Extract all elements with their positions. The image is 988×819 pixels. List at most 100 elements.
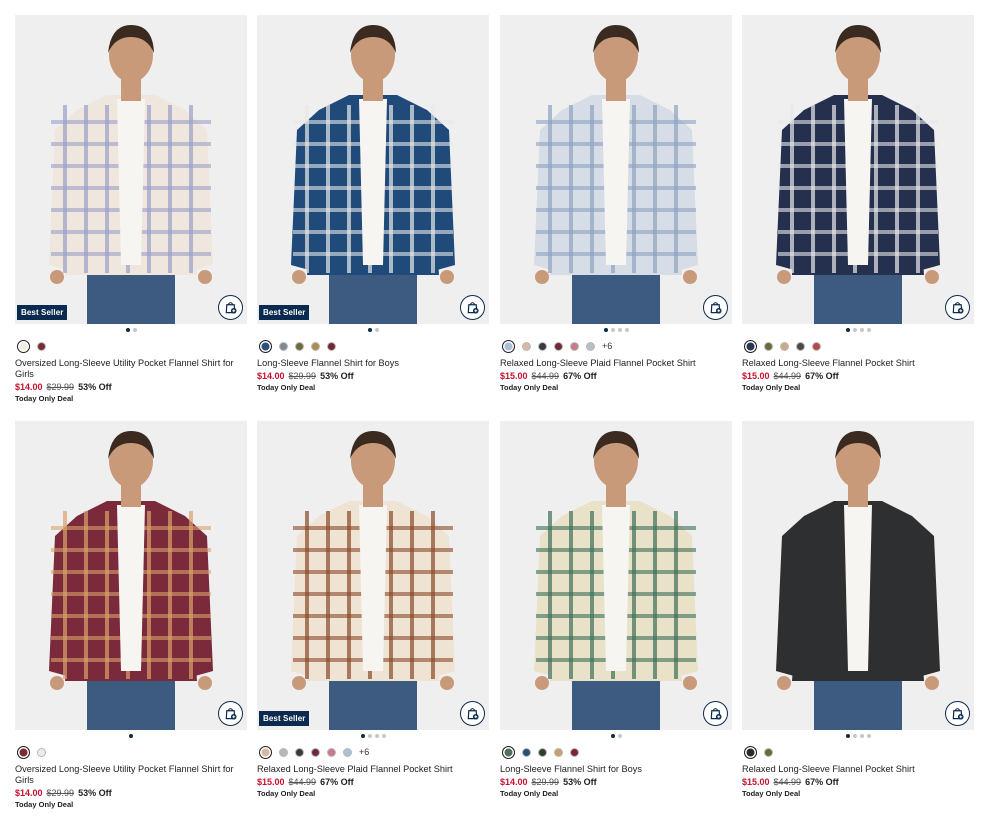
product-name[interactable]: Relaxed Long-Sleeve Flannel Pocket Shirt [742,764,974,775]
product-image[interactable]: Best Seller [15,15,247,324]
color-swatch[interactable] [586,341,595,351]
carousel-dot[interactable] [866,734,871,738]
color-swatch[interactable] [522,341,531,351]
color-swatch[interactable] [311,747,320,757]
add-to-bag-button[interactable] [218,701,243,726]
carousel-dot[interactable] [360,734,365,738]
product-card[interactable]: Best Seller +6 Relaxed Long-Sleeve Plaid… [257,421,489,798]
add-to-bag-button[interactable] [945,295,970,320]
product-card[interactable]: Best Seller Oversized Long-Sleeve Utilit… [15,15,247,403]
product-image[interactable]: Best Seller [257,421,489,730]
color-swatch[interactable] [279,341,288,351]
add-to-bag-button[interactable] [460,295,485,320]
carousel-dot[interactable] [132,328,137,332]
color-swatch[interactable] [764,341,773,351]
product-name[interactable]: Relaxed Long-Sleeve Flannel Pocket Shirt [742,358,974,369]
carousel-dot[interactable] [125,328,130,332]
carousel-dot[interactable] [367,734,372,738]
carousel-dot[interactable] [845,734,850,738]
product-name[interactable]: Long-Sleeve Flannel Shirt for Boys [257,358,489,369]
product-name[interactable]: Relaxed Long-Sleeve Plaid Flannel Pocket… [500,358,732,369]
add-to-bag-button[interactable] [945,701,970,726]
product-image[interactable] [500,15,732,324]
carousel-dot[interactable] [381,734,386,738]
carousel-dot[interactable] [852,734,857,738]
product-photo [15,421,247,730]
color-swatch[interactable] [812,341,821,351]
carousel-dot[interactable] [624,328,629,332]
product-image[interactable] [500,421,732,730]
carousel-dot[interactable] [603,328,608,332]
color-swatch[interactable] [37,341,46,351]
color-swatch[interactable] [327,341,336,351]
carousel-dot[interactable] [374,734,379,738]
add-to-bag-button[interactable] [460,701,485,726]
product-image[interactable] [742,421,974,730]
color-swatch[interactable] [259,339,272,353]
carousel-dot[interactable] [617,328,622,332]
product-card[interactable]: Relaxed Long-Sleeve Flannel Pocket Shirt… [742,15,974,392]
color-swatch[interactable] [744,745,757,759]
image-carousel-dots[interactable] [742,731,974,741]
image-carousel-dots[interactable] [15,325,247,335]
product-image[interactable] [742,15,974,324]
product-name[interactable]: Oversized Long-Sleeve Utility Pocket Fla… [15,764,247,786]
product-card[interactable]: Oversized Long-Sleeve Utility Pocket Fla… [15,421,247,809]
carousel-dot[interactable] [610,734,615,738]
image-carousel-dots[interactable] [15,731,247,741]
add-to-bag-button[interactable] [218,295,243,320]
product-name[interactable]: Oversized Long-Sleeve Utility Pocket Fla… [15,358,247,380]
original-price: $29.99 [46,788,75,798]
more-colors-link[interactable]: +6 [359,747,369,757]
more-colors-link[interactable]: +6 [602,341,612,351]
color-swatch[interactable] [502,339,515,353]
carousel-dot[interactable] [852,328,857,332]
image-carousel-dots[interactable] [257,731,489,741]
color-swatch[interactable] [570,747,579,757]
carousel-dot[interactable] [866,328,871,332]
color-swatch[interactable] [554,747,563,757]
color-swatch[interactable] [279,747,288,757]
color-swatch[interactable] [502,745,515,759]
color-swatch[interactable] [796,341,805,351]
image-carousel-dots[interactable] [742,325,974,335]
color-swatch[interactable] [17,339,30,353]
color-swatch[interactable] [343,747,352,757]
carousel-dot[interactable] [617,734,622,738]
carousel-dot[interactable] [845,328,850,332]
color-swatch[interactable] [327,747,336,757]
product-image[interactable] [15,421,247,730]
carousel-dot[interactable] [610,328,615,332]
carousel-dot[interactable] [859,328,864,332]
product-name[interactable]: Relaxed Long-Sleeve Plaid Flannel Pocket… [257,764,489,775]
color-swatch[interactable] [37,747,46,757]
color-swatch[interactable] [522,747,531,757]
add-to-bag-button[interactable] [703,701,728,726]
color-swatch[interactable] [295,747,304,757]
color-swatch[interactable] [780,341,789,351]
add-to-bag-button[interactable] [703,295,728,320]
carousel-dot[interactable] [374,328,379,332]
carousel-dot[interactable] [129,734,133,738]
color-swatch[interactable] [538,341,547,351]
carousel-dot[interactable] [859,734,864,738]
color-swatch[interactable] [259,745,272,759]
color-swatch[interactable] [295,341,304,351]
color-swatch[interactable] [311,341,320,351]
product-card[interactable]: Long-Sleeve Flannel Shirt for Boys $14.0… [500,421,732,798]
image-carousel-dots[interactable] [500,731,732,741]
product-card[interactable]: Best Seller Long-Sleeve Flannel Shirt fo… [257,15,489,392]
image-carousel-dots[interactable] [257,325,489,335]
color-swatch[interactable] [744,339,757,353]
product-image[interactable]: Best Seller [257,15,489,324]
color-swatch[interactable] [538,747,547,757]
color-swatch[interactable] [17,745,30,759]
carousel-dot[interactable] [367,328,372,332]
color-swatch[interactable] [554,341,563,351]
image-carousel-dots[interactable] [500,325,732,335]
product-card[interactable]: Relaxed Long-Sleeve Flannel Pocket Shirt… [742,421,974,798]
color-swatch[interactable] [570,341,579,351]
product-name[interactable]: Long-Sleeve Flannel Shirt for Boys [500,764,732,775]
color-swatch[interactable] [764,747,773,757]
product-card[interactable]: +6 Relaxed Long-Sleeve Plaid Flannel Poc… [500,15,732,392]
